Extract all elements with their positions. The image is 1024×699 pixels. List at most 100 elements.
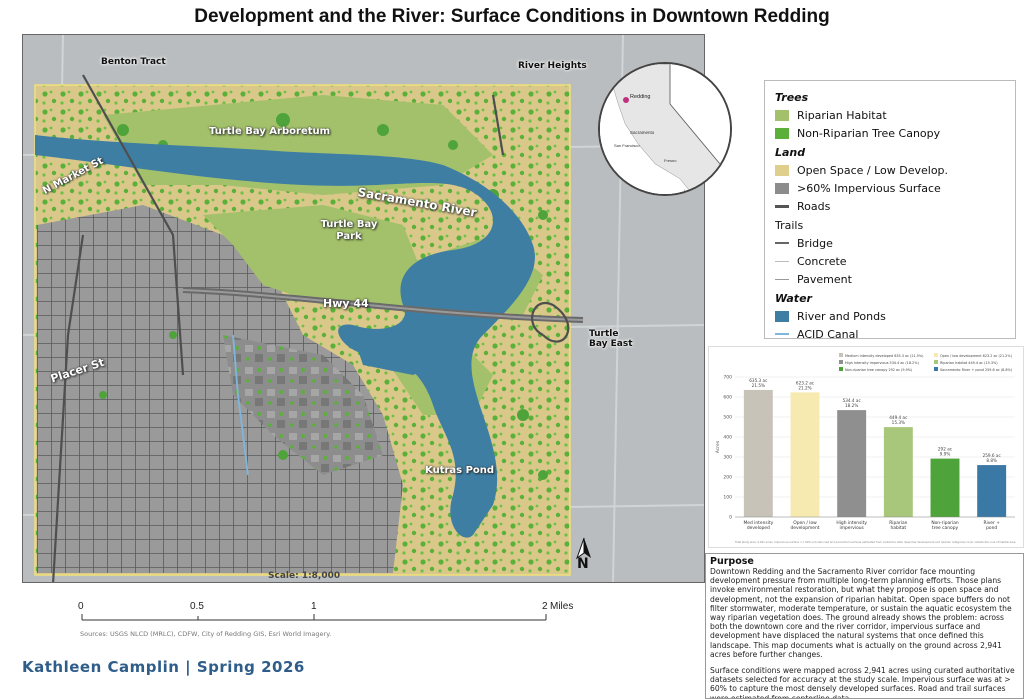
inset-label-sacramento: Sacramento	[630, 130, 655, 135]
chart-legend-label: Sacramento River + pond 259.6 ac (8.8%)	[940, 368, 1013, 372]
legend-label-riparian: Riparian Habitat	[797, 108, 887, 122]
inset-label-los-angeles: Los Angeles	[684, 188, 706, 193]
chart-y-tick: 100	[723, 495, 732, 501]
legend-item-pavement: Pavement	[775, 270, 1007, 288]
inset-canvas	[600, 64, 730, 194]
label-benton-tract: Benton Tract	[101, 57, 166, 67]
legend-item-acid-canal: ACID Canal	[775, 325, 1007, 343]
purpose-paragraph-2: Surface conditions were mapped across 2,…	[710, 666, 1015, 699]
chart-x-tick: development	[791, 525, 820, 531]
legend-label-bridge: Bridge	[797, 236, 833, 250]
chart-legend-swatch	[839, 367, 843, 371]
chart-bar	[743, 389, 773, 517]
chart-x-tick: impervious	[839, 525, 864, 531]
swatch-acid-canal	[775, 333, 789, 335]
chart-y-tick: 600	[723, 395, 732, 401]
chart-data-label: 21.2%	[798, 385, 811, 390]
chart-data-label: 9.9%	[940, 452, 951, 457]
swatch-roads	[775, 204, 789, 208]
legend-label-open-space: Open Space / Low Develop.	[797, 163, 949, 177]
chart-x-tick: habitat	[891, 525, 907, 531]
chart-x-tick: tree canopy	[932, 525, 959, 531]
chart-y-tick: 500	[723, 415, 732, 421]
chart-legend-label: Medium intensity developed 635.3 ac (21.…	[845, 354, 924, 358]
chart-legend-swatch	[839, 360, 843, 364]
purpose-header: Purpose	[710, 556, 754, 567]
legend-label-impervious: >60% Impervious Surface	[797, 181, 941, 195]
author-credit: Kathleen Camplin | Spring 2026	[22, 658, 305, 676]
chart-data-label: 18.2%	[845, 403, 858, 408]
purpose-paragraph-1: Downtown Redding and the Sacramento Rive…	[710, 567, 1012, 659]
legend-item-roads: Roads	[775, 197, 1007, 215]
legend-header-land: Land	[775, 146, 806, 159]
scale-unit: Miles	[550, 601, 574, 612]
purpose-panel: Purpose Downtown Redding and the Sacrame…	[705, 553, 1024, 699]
chart-x-tick: pond	[986, 525, 997, 531]
legend-header-trees: Trees	[775, 91, 809, 104]
north-label: N	[577, 556, 589, 572]
legend-label-concrete: Concrete	[797, 254, 847, 268]
legend-header-water: Water	[775, 292, 812, 305]
locator-inset-map: Redding Sacramento San Francisco Fresno …	[598, 62, 732, 196]
chart-x-tick: developed	[747, 525, 770, 531]
legend-item-open-space: Open Space / Low Develop.	[775, 161, 1007, 179]
label-hwy-44: Hwy 44	[323, 297, 369, 310]
map-scale-text: Scale: 1:8,000	[268, 571, 341, 581]
legend-label-river-ponds: River and Ponds	[797, 309, 886, 323]
scale-bar-graphic	[81, 614, 547, 621]
chart-legend-label: Non-riparian tree canopy 292 ac (9.9%)	[845, 368, 913, 372]
acreage-chart: Medium intensity developed 635.3 ac (21.…	[708, 346, 1024, 548]
inset-label-san-francisco: San Francisco	[614, 143, 640, 148]
scale-tick-0: 0	[78, 601, 84, 612]
swatch-open-space	[775, 164, 789, 176]
chart-y-tick: 300	[723, 455, 732, 461]
chart-legend-label: Riparian habitat 449.4 ac (15.3%)	[940, 361, 998, 365]
chart-data-label: 8.8%	[986, 458, 997, 463]
chart-legend-swatch	[934, 367, 938, 371]
chart-legend-label: Open / low development 623.2 ac (21.2%)	[940, 354, 1013, 358]
legend-label-acid-canal: ACID Canal	[797, 327, 859, 341]
legend-item-impervious: >60% Impervious Surface	[775, 179, 1007, 197]
scale-tick-1: 0.5	[190, 601, 204, 612]
swatch-riparian	[775, 109, 789, 121]
chart-y-tick: 0	[729, 515, 732, 521]
chart-data-label: 21.5%	[752, 383, 765, 388]
label-kutras-pond: Kutras Pond	[425, 465, 495, 476]
chart-legend-swatch	[839, 353, 843, 357]
swatch-river-ponds	[775, 310, 789, 322]
north-arrow: N	[569, 536, 599, 576]
label-turtle-bay-arboretum: Turtle Bay Arboretum	[209, 126, 331, 137]
scale-tick-3: 2	[542, 601, 548, 612]
label-turtle-bay-park: Turtle Bay Park	[320, 219, 378, 242]
chart-bar	[883, 427, 913, 517]
legend-label-roads: Roads	[797, 199, 831, 213]
chart-bar	[930, 458, 960, 517]
legend-label-pavement: Pavement	[797, 272, 852, 286]
chart-bar	[837, 410, 867, 517]
legend-label-non-riparian: Non-Riparian Tree Canopy	[797, 126, 941, 140]
chart-canvas: Medium intensity developed 635.3 ac (21.…	[715, 353, 1016, 544]
chart-y-axis-label: Acres	[715, 440, 721, 453]
chart-legend-swatch	[934, 353, 938, 357]
chart-legend-label: High intensity impervious 534.4 ac (18.2…	[845, 361, 919, 365]
chart-legend-swatch	[934, 360, 938, 364]
inset-label-las-vegas: Las Ve	[720, 164, 727, 174]
chart-data-label: 15.3%	[892, 420, 905, 425]
map-layout: Development and the River: Surface Condi…	[0, 0, 1024, 699]
legend-item-non-riparian: Non-Riparian Tree Canopy	[775, 124, 1007, 142]
legend-item-bridge: Bridge	[775, 234, 1007, 252]
swatch-pavement	[775, 278, 789, 280]
swatch-non-riparian	[775, 127, 789, 139]
label-river-heights: River Heights	[518, 61, 587, 71]
chart-note: Total study area: 2,941 acres. Imperviou…	[735, 540, 1016, 544]
scale-bar: 0 0.5 1 2 Miles	[74, 600, 574, 630]
label-turtle-bay-east: Turtle Bay East	[589, 329, 633, 349]
map-legend: Trees Riparian Habitat Non-Riparian Tree…	[764, 80, 1016, 341]
chart-y-tick: 700	[723, 375, 732, 381]
chart-y-tick: 200	[723, 475, 732, 481]
scale-tick-2: 1	[311, 601, 317, 612]
sources-text: Sources: USGS NLCD (MRLC), CDFW, City of…	[80, 630, 332, 638]
legend-item-concrete: Concrete	[775, 252, 1007, 270]
chart-y-tick: 400	[723, 435, 732, 441]
map-title: Development and the River: Surface Condi…	[194, 6, 830, 27]
